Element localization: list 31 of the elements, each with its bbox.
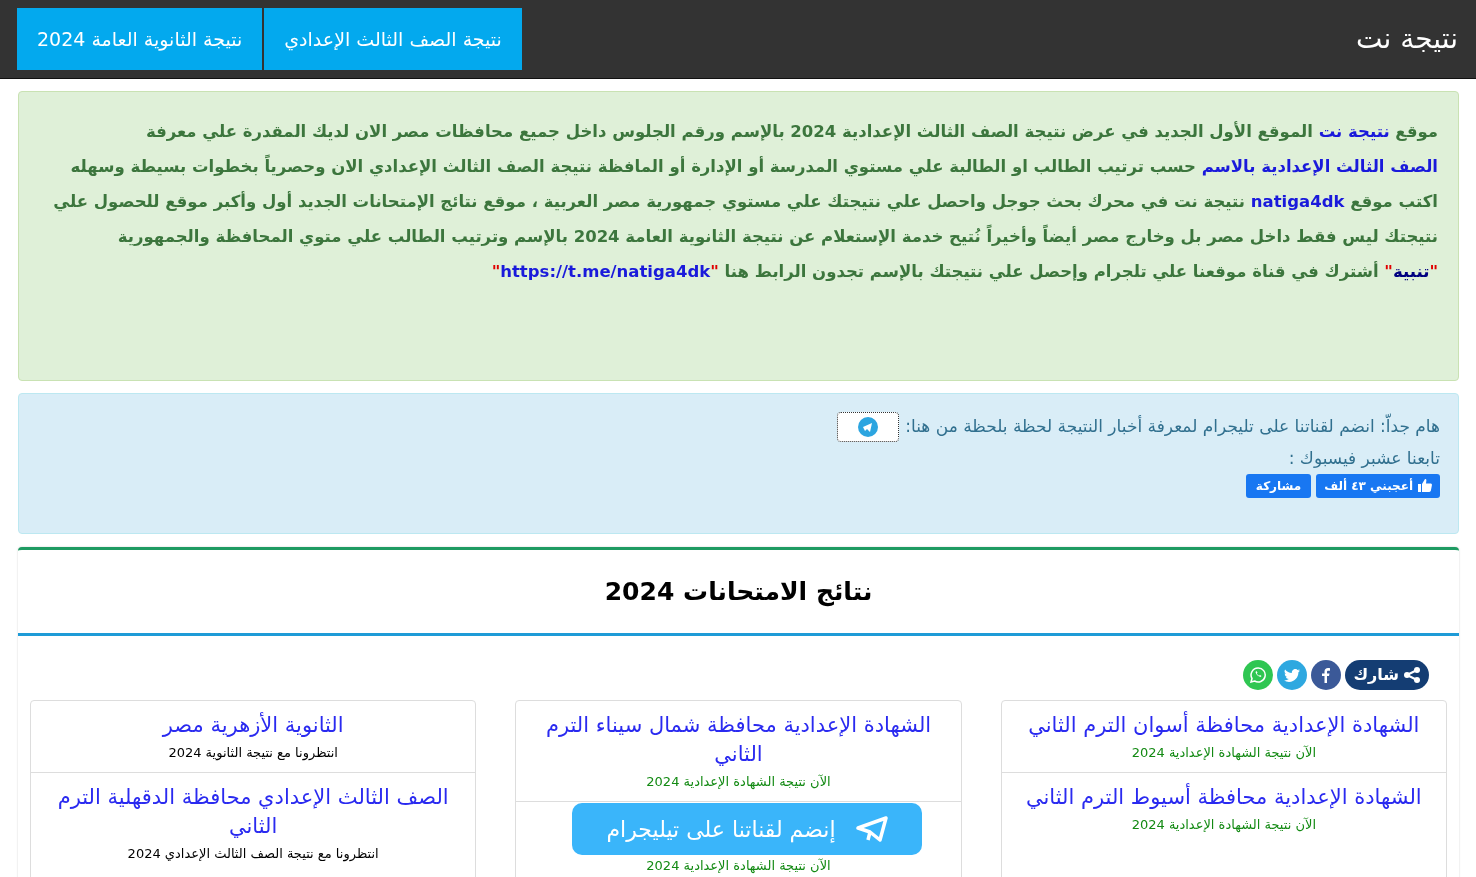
result-note: الآن نتيجة الشهادة الإعدادية 2024 (646, 773, 831, 791)
share-icon (1403, 666, 1421, 684)
bird-icon (1284, 668, 1301, 682)
site-title[interactable]: نتيجة نت (1356, 18, 1458, 60)
thumbs-up-icon (1418, 479, 1432, 492)
result-note: انتظرونا مع نتيجة الثانوية 2024 (168, 744, 338, 763)
facebook-share-button[interactable] (1311, 660, 1342, 690)
inline-link[interactable]: نتيجة نت (1318, 122, 1390, 141)
result-note: الآن نتيجة الشهادة الإعدادية 2024 (646, 857, 831, 875)
phone-bubble-icon (1250, 667, 1267, 683)
result-link[interactable]: الشهادة الإعدادية محافظة شمال سيناء الترم الثاني (530, 711, 947, 769)
inline-link[interactable]: https://t.me/natiga4dk (500, 262, 711, 281)
result-link[interactable]: الصف الثالث الإعدادي محافظة الدقهلية الترم الثاني (45, 783, 462, 841)
result-link[interactable]: الشهادة الإعدادية محافظة أسوان الترم الثاني (1028, 711, 1420, 740)
result-note: الآن نتيجة الشهادة الإعدادية 2024 (1131, 816, 1316, 835)
share-button[interactable]: مشاركة (1245, 473, 1312, 498)
share-pill[interactable]: شارك (1345, 660, 1429, 690)
facebook-text: تابعنا عشبر فيسبوك : (1287, 447, 1440, 470)
telegram-icon (858, 417, 879, 437)
telegram-text: هام جداّ: انضم لقناتنا على تليجرام لمعرفة أخبار النتيجة لحظة بلحظة من هنا: (905, 414, 1440, 440)
result-link[interactable]: الثانوية الأزهرية مصر (162, 711, 344, 740)
facebook-icon (1322, 667, 1331, 683)
inline-link[interactable]: natiga4dk (1250, 192, 1345, 211)
telegram-button[interactable] (837, 412, 900, 442)
paper-plane-icon (855, 816, 888, 842)
results-title: نتائج الامتحانات 2024 (604, 575, 873, 609)
like-button[interactable]: أعجبني ٤٣ ألف (1316, 473, 1440, 498)
result-note: انتظرونا مع نتيجة الصف الثالث الإعدادي 2024 (127, 845, 379, 864)
inline-link[interactable]: الصف الثالث الإعدادية بالاسم (1201, 157, 1438, 176)
result-link[interactable]: الشهادة الإعدادية محافظة أسيوط الترم الثاني (1026, 783, 1422, 812)
result-note: الآن نتيجة الشهادة الإعدادية 2024 (1131, 744, 1316, 763)
